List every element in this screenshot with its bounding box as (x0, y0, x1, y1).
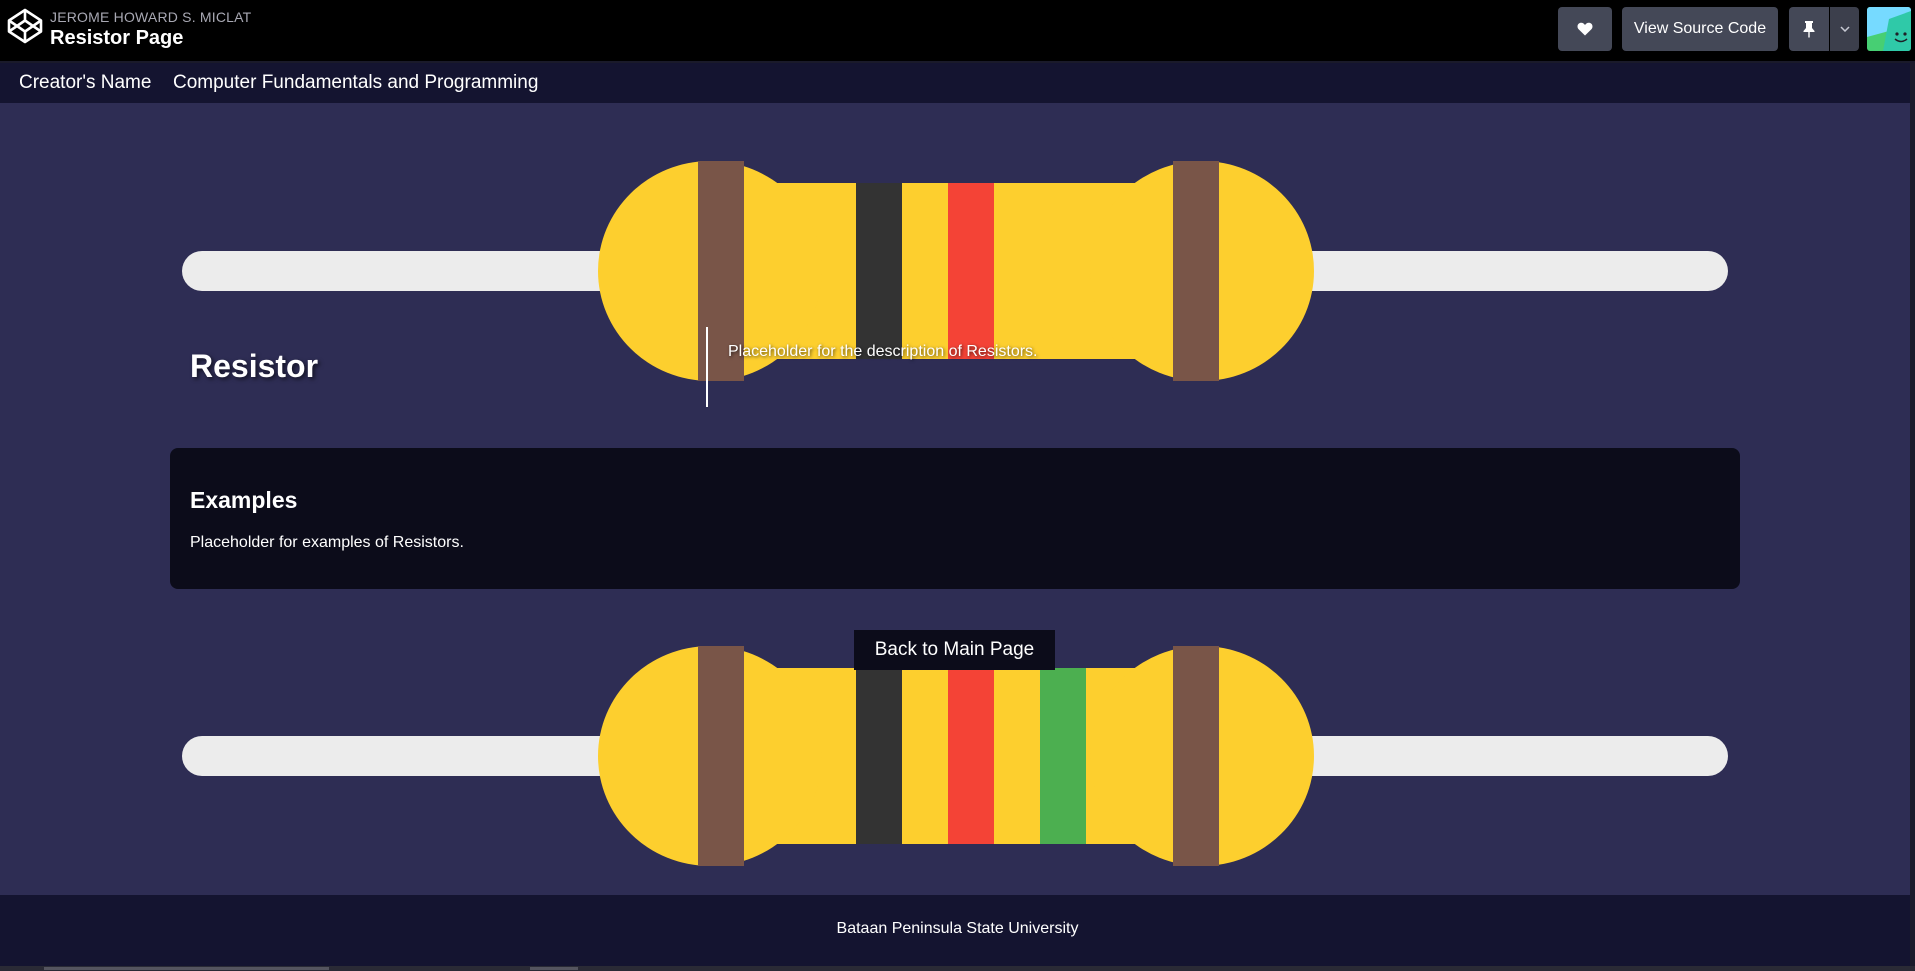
resistor-svg (182, 646, 1728, 866)
color-band-green (1040, 668, 1086, 844)
page-footer: Bataan Peninsula State University (0, 895, 1915, 966)
pin-menu-button[interactable] (1830, 7, 1859, 51)
color-band-brown (1173, 161, 1219, 381)
pin-icon (1803, 21, 1815, 38)
avatar-icon (1867, 7, 1911, 51)
scrollbar-thumb[interactable] (530, 967, 578, 970)
color-band-black (856, 668, 902, 844)
examples-text: Placeholder for examples of Resistors. (190, 534, 464, 551)
examples-heading: Examples (190, 487, 298, 513)
pen-title: Resistor Page (50, 27, 184, 49)
resistor-description: Placeholder for the description of Resis… (728, 343, 1038, 360)
color-band-brown (1173, 646, 1219, 866)
user-avatar[interactable] (1867, 7, 1911, 51)
heart-button[interactable] (1558, 7, 1612, 51)
footer-text: Bataan Peninsula State University (836, 920, 1079, 937)
heart-icon (1577, 22, 1593, 36)
back-to-main-page-button[interactable]: Back to Main Page (854, 630, 1055, 670)
chevron-down-icon (1839, 26, 1850, 32)
nav-link-computer-fundamentals[interactable]: Computer Fundamentals and Programming (173, 72, 538, 94)
codepen-logo-icon[interactable] (6, 7, 44, 45)
view-source-code-button[interactable]: View Source Code (1622, 7, 1778, 51)
codepen-header: JEROME HOWARD S. MICLAT Resistor Page Vi… (0, 0, 1915, 61)
scrollbar-thumb[interactable] (44, 967, 329, 970)
color-band-red (948, 668, 994, 844)
nav-link-creators-name[interactable]: Creator's Name (19, 72, 151, 94)
examples-section: Examples Placeholder for examples of Res… (170, 448, 1740, 589)
page-title: Resistor (190, 348, 319, 384)
color-band-red (948, 183, 994, 359)
color-band-black (856, 183, 902, 359)
resistor-graphic-bottom (0, 635, 1915, 875)
scrollbar-track-vertical[interactable] (1910, 63, 1915, 966)
pen-author[interactable]: JEROME HOWARD S. MICLAT (50, 9, 251, 25)
page-nav: Creator's Name Computer Fundamentals and… (0, 63, 1915, 103)
pin-button[interactable] (1789, 7, 1829, 51)
hero-divider (706, 327, 708, 407)
color-band-brown (698, 646, 744, 866)
